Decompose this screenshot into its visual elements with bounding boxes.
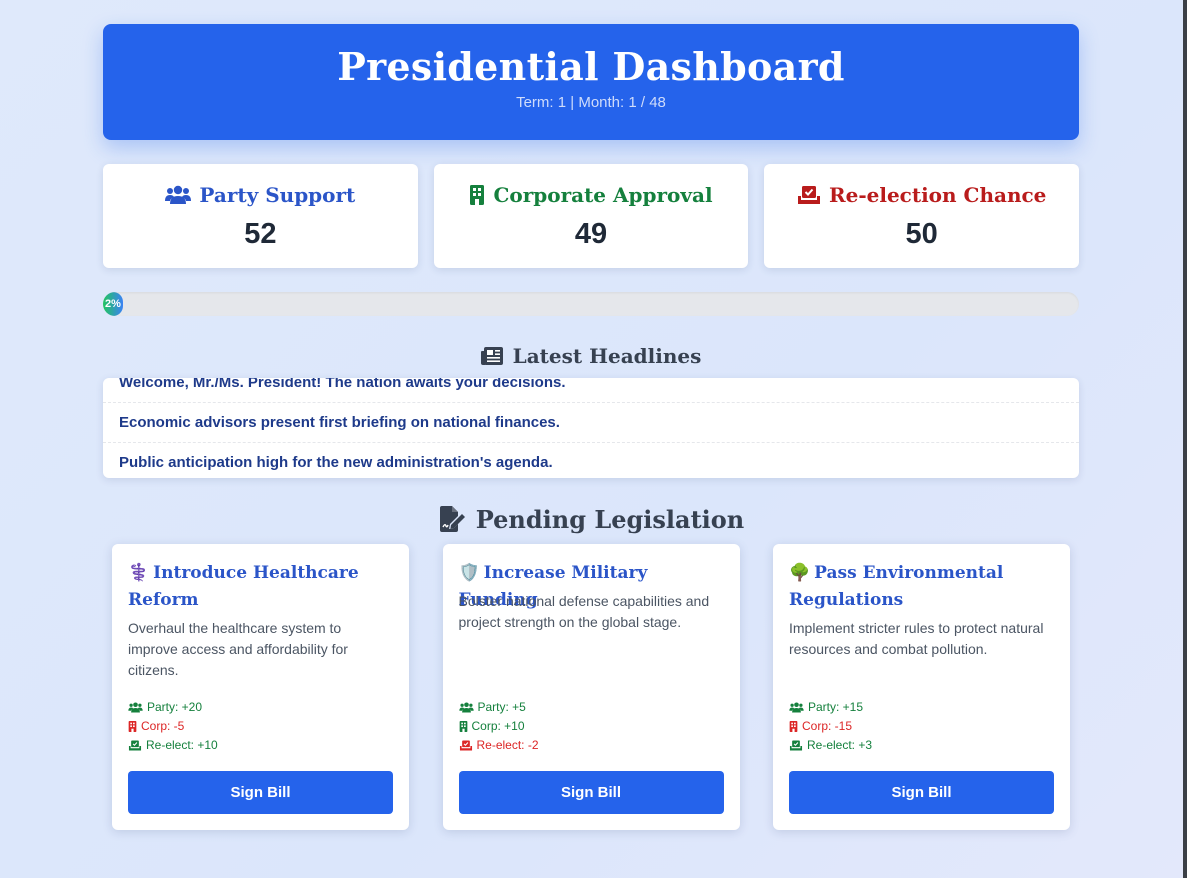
sign-bill-button[interactable]: Sign Bill: [789, 771, 1054, 814]
vote-box-icon: [128, 740, 142, 751]
bill-title: ⚕️ Introduce Healthcare Reform: [128, 560, 393, 614]
stat-card-corporate-approval: Corporate Approval 49: [433, 164, 749, 268]
legislation-heading: Pending Legislation: [103, 502, 1079, 536]
bill-card-environment: 🌳 Pass Environmental Regulations Implemen…: [773, 544, 1070, 830]
effect-corp: Corp: -15: [802, 719, 853, 733]
bill-title-text: Introduce Healthcare Reform: [128, 563, 359, 610]
bill-effects: Party: +15 Corp: -15 Re-elect: +3: [789, 698, 872, 755]
stat-card-party-support: Party Support 52: [103, 164, 418, 268]
building-icon: [459, 721, 468, 732]
effect-party: Party: +20: [147, 700, 203, 714]
bill-card-healthcare: ⚕️ Introduce Healthcare Reform Overhaul t…: [112, 544, 409, 830]
vote-box-icon: [789, 740, 803, 751]
bill-description: Bolster national defense capabilities an…: [458, 593, 710, 630]
effect-corp: Corp: -5: [141, 719, 185, 733]
sign-bill-button[interactable]: Sign Bill: [458, 771, 724, 814]
effect-reelect: Re-elect: +3: [807, 738, 873, 752]
legislation-title: Pending Legislation: [475, 504, 745, 534]
window-edge: [1183, 0, 1187, 878]
newspaper-icon: [480, 347, 503, 365]
bill-title: 🌳 Pass Environmental Regulations: [789, 560, 1054, 614]
sign-bill-button[interactable]: Sign Bill: [128, 771, 393, 814]
effect-reelect: Re-elect: +10: [146, 738, 218, 752]
bills-grid: ⚕️ Introduce Healthcare Reform Overhaul t…: [103, 544, 1079, 830]
effect-party: Party: +5: [477, 700, 526, 714]
stat-label-party-support: Party Support: [199, 183, 356, 207]
bill-description: Implement stricter rules to protect natu…: [789, 620, 1044, 657]
headline-item: Public anticipation high for the new adm…: [119, 454, 553, 471]
dashboard: Presidential Dashboard Term: 1 | Month: …: [103, 24, 1080, 830]
signature-icon: [438, 506, 466, 532]
headlines-list[interactable]: Welcome, Mr./Ms. President! The nation a…: [103, 378, 1079, 478]
medical-icon: ⚕️: [128, 563, 150, 583]
users-icon: [128, 702, 143, 713]
bill-description: Overhaul the healthcare system to improv…: [128, 620, 348, 678]
headline-item: Economic advisors present first briefing…: [103, 403, 1079, 443]
term-progress-bar: 2%: [103, 292, 1079, 316]
stat-card-reelection-chance: Re-election Chance 50: [764, 164, 1080, 268]
building-icon: [789, 721, 798, 732]
building-icon: [469, 185, 485, 205]
bill-effects: Party: +5 Corp: +10 Re-elect: -2: [458, 698, 539, 755]
stat-value-corporate-approval: 49: [574, 218, 608, 250]
vote-box-icon: [459, 740, 473, 751]
stats-row: Party Support 52 Corporate Approval 49 R…: [103, 164, 1080, 268]
effect-reelect: Re-elect: -2: [476, 738, 539, 752]
headline-item: Welcome, Mr./Ms. President! The nation a…: [103, 378, 1079, 403]
bill-effects: Party: +20 Corp: -5 Re-elect: +10: [128, 698, 218, 755]
headlines-title: Latest Headlines: [512, 344, 702, 368]
header-banner: Presidential Dashboard Term: 1 | Month: …: [103, 24, 1079, 140]
term-month-status: Term: 1 | Month: 1 / 48: [516, 94, 666, 111]
headlines-heading: Latest Headlines: [103, 342, 1079, 370]
building-icon: [128, 721, 137, 732]
stat-value-party-support: 52: [244, 218, 277, 250]
users-icon: [458, 702, 474, 713]
stat-label-corporate-approval: Corporate Approval: [493, 183, 713, 207]
bill-card-military: 🛡️ Increase Military Funding Bolster nati…: [442, 544, 740, 830]
term-progress-fill: 2%: [103, 292, 123, 316]
users-icon: [165, 185, 192, 205]
stat-value-reelection-chance: 50: [905, 218, 938, 250]
effect-corp: Corp: +10: [471, 719, 525, 733]
tree-icon: 🌳: [789, 563, 811, 583]
page-title: Presidential Dashboard: [337, 44, 845, 89]
shield-icon: 🛡️: [458, 563, 480, 583]
effect-party: Party: +15: [808, 700, 864, 714]
bill-title-text: Pass Environmental Regulations: [789, 563, 1004, 610]
stat-label-reelection-chance: Re-election Chance: [828, 183, 1047, 207]
vote-box-icon: [797, 185, 821, 205]
users-icon: [789, 702, 804, 713]
